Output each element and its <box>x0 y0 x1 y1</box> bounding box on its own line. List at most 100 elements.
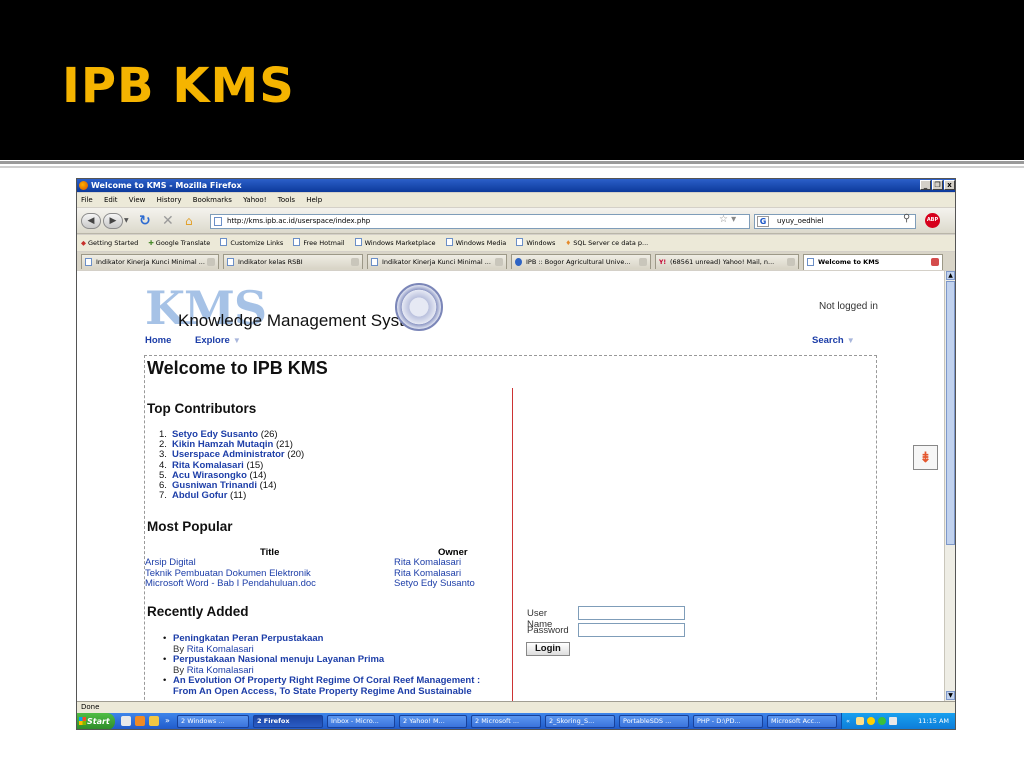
page-icon <box>214 217 222 226</box>
home-icon[interactable]: ⌂ <box>185 214 193 228</box>
quicklaunch-icon[interactable] <box>121 716 131 726</box>
tab-yahoo-mail[interactable]: Y! (68561 unread) Yahoo! Mail, n... <box>655 254 799 269</box>
reload-icon[interactable]: ↻ <box>139 213 151 229</box>
magnifier-icon[interactable]: ⚲ <box>903 213 910 224</box>
bookmark-page-icon <box>220 238 228 246</box>
recent-author-link[interactable]: Rita Komalasari <box>187 665 254 676</box>
menu-tools[interactable]: Tools <box>278 196 295 204</box>
tray-expand-icon[interactable]: « <box>846 713 850 729</box>
recent-title-link[interactable]: Peningkatan Peran Perpustakaan <box>173 633 323 644</box>
firefox-icon <box>79 181 88 190</box>
bookmark-windows[interactable]: Windows <box>516 238 555 247</box>
password-input[interactable] <box>578 623 685 637</box>
recent-title-link-continued[interactable]: From An Open Access, To State Property R… <box>173 686 472 697</box>
menu-history[interactable]: History <box>157 196 182 204</box>
chevron-more-icon[interactable]: » <box>165 716 170 725</box>
taskbar-button[interactable]: PHP - D:\PD... <box>693 715 763 728</box>
nav-search-menu[interactable]: Search ▼ <box>812 335 855 346</box>
tab-ipb[interactable]: IPB :: Bogor Agricultural Unive... <box>511 254 651 269</box>
taskbar-button[interactable]: 2_Skoring_S... <box>545 715 615 728</box>
page-icon <box>85 258 92 266</box>
tray-status-icon[interactable] <box>878 717 886 725</box>
minimize-button[interactable]: _ <box>920 180 931 190</box>
recent-title-link[interactable]: Perpustakaan Nasional menuju Layanan Pri… <box>173 654 384 665</box>
download-arrow-icon[interactable]: ⇟ <box>913 445 938 470</box>
close-button[interactable]: x <box>944 180 955 190</box>
list-item: • An Evolution Of Property Right Regime … <box>163 675 481 697</box>
password-label: Password <box>527 625 569 636</box>
popular-title-link[interactable]: Microsoft Word - Bab I Pendahuluan.doc <box>145 578 316 590</box>
taskbar-button[interactable]: 2 Windows ... <box>177 715 249 728</box>
search-input[interactable]: G uyuy_oedhiel <box>754 214 916 229</box>
contributor-link[interactable]: Abdul Gofur <box>172 490 227 501</box>
popular-title-link[interactable]: Arsip Digital <box>145 557 196 569</box>
history-dropdown-icon[interactable]: ▼ <box>124 217 129 224</box>
tab-close-icon[interactable] <box>931 258 939 266</box>
quicklaunch-firefox-icon[interactable] <box>135 716 145 726</box>
tab-bar: Indikator Kinerja Kunci Minimal ... Indi… <box>77 252 955 270</box>
forward-arrow-icon[interactable]: ▶ <box>103 213 123 229</box>
recent-author-link[interactable]: Rita Komalasari <box>187 644 254 655</box>
recent-title-link[interactable]: An Evolution Of Property Right Regime Of… <box>173 675 480 687</box>
adblock-icon[interactable]: ABP <box>925 213 940 228</box>
tray-messenger-icon[interactable] <box>867 717 875 725</box>
tab-close-icon[interactable] <box>351 258 359 266</box>
taskbar-button-active[interactable]: 2 Firefox <box>253 715 323 728</box>
menu-edit[interactable]: Edit <box>104 196 118 204</box>
taskbar-button[interactable]: PortableSDS ... <box>619 715 689 728</box>
menu-yahoo[interactable]: Yahoo! <box>243 196 266 204</box>
back-arrow-icon[interactable]: ◀ <box>81 213 101 229</box>
bookmark-customize-links[interactable]: Customize Links <box>220 238 283 247</box>
vertical-scrollbar[interactable]: ▲ ▼ <box>944 271 955 701</box>
taskbar-button[interactable]: Inbox - Micro... <box>327 715 395 728</box>
window-titlebar[interactable]: Welcome to KMS - Mozilla Firefox _ ❐ x <box>77 179 955 192</box>
nav-explore-menu[interactable]: Explore ▼ <box>195 335 241 346</box>
taskbar-button[interactable]: 2 Microsoft ... <box>471 715 541 728</box>
top-contributors-heading: Top Contributors <box>147 401 257 416</box>
bookmark-free-hotmail[interactable]: Free Hotmail <box>293 238 345 247</box>
stop-icon[interactable]: ✕ <box>162 213 174 229</box>
tab-indikator-rsbi[interactable]: Indikator kelas RSBI <box>223 254 363 269</box>
tray-mail-icon[interactable] <box>856 717 864 725</box>
taskbar-button[interactable]: 2 Yahoo! M... <box>399 715 467 728</box>
bookmark-windows-media[interactable]: Windows Media <box>445 238 506 247</box>
bookmark-google-translate[interactable]: ✚ Google Translate <box>148 239 210 247</box>
maximize-button[interactable]: ❐ <box>932 180 943 190</box>
nav-home-link[interactable]: Home <box>145 335 171 346</box>
menu-view[interactable]: View <box>129 196 146 204</box>
tab-close-icon[interactable] <box>639 258 647 266</box>
tray-network-icon[interactable] <box>889 717 897 725</box>
menu-help[interactable]: Help <box>306 196 322 204</box>
tab-close-icon[interactable] <box>787 258 795 266</box>
slide-title: IPB KMS <box>62 58 295 114</box>
window-title: Welcome to KMS - Mozilla Firefox <box>91 181 242 190</box>
bookmark-windows-marketplace[interactable]: Windows Marketplace <box>354 238 436 247</box>
page-icon <box>227 258 234 266</box>
menu-file[interactable]: File <box>81 196 93 204</box>
scroll-up-icon[interactable]: ▲ <box>946 271 955 280</box>
menu-bookmarks[interactable]: Bookmarks <box>193 196 232 204</box>
bookmark-star-icon[interactable]: ☆ ▾ <box>719 214 736 225</box>
tab-indikator-2[interactable]: Indikator Kinerja Kunci Minimal ... <box>367 254 507 269</box>
tab-welcome-kms[interactable]: Welcome to KMS <box>803 254 943 270</box>
start-button[interactable]: Start <box>77 713 115 729</box>
scroll-down-icon[interactable]: ▼ <box>946 691 955 700</box>
slide-rule <box>0 161 1024 164</box>
page-title: Welcome to IPB KMS <box>147 358 328 378</box>
login-button[interactable]: Login <box>526 642 570 656</box>
taskbar-button[interactable]: Microsoft Acc... <box>767 715 837 728</box>
bookmark-getting-started[interactable]: ◆ Getting Started <box>81 239 138 247</box>
tab-close-icon[interactable] <box>207 258 215 266</box>
bookmark-sql-server[interactable]: ♦ SQL Server ce data p... <box>565 239 648 247</box>
kms-logo[interactable]: KMS Knowledge Management System <box>145 281 455 335</box>
popular-owner-link[interactable]: Setyo Edy Susanto <box>394 578 475 590</box>
scrollbar-thumb[interactable] <box>946 281 955 545</box>
slide-rule-thin <box>0 166 1024 168</box>
popular-owner-link[interactable]: Rita Komalasari <box>394 557 461 569</box>
google-icon[interactable]: G <box>757 216 769 227</box>
tab-indikator-1[interactable]: Indikator Kinerja Kunci Minimal ... <box>81 254 219 269</box>
url-bar[interactable]: http://kms.ipb.ac.id/userspace/index.php <box>210 214 750 229</box>
username-input[interactable] <box>578 606 685 620</box>
quicklaunch-icon[interactable] <box>149 716 159 726</box>
tab-close-icon[interactable] <box>495 258 503 266</box>
